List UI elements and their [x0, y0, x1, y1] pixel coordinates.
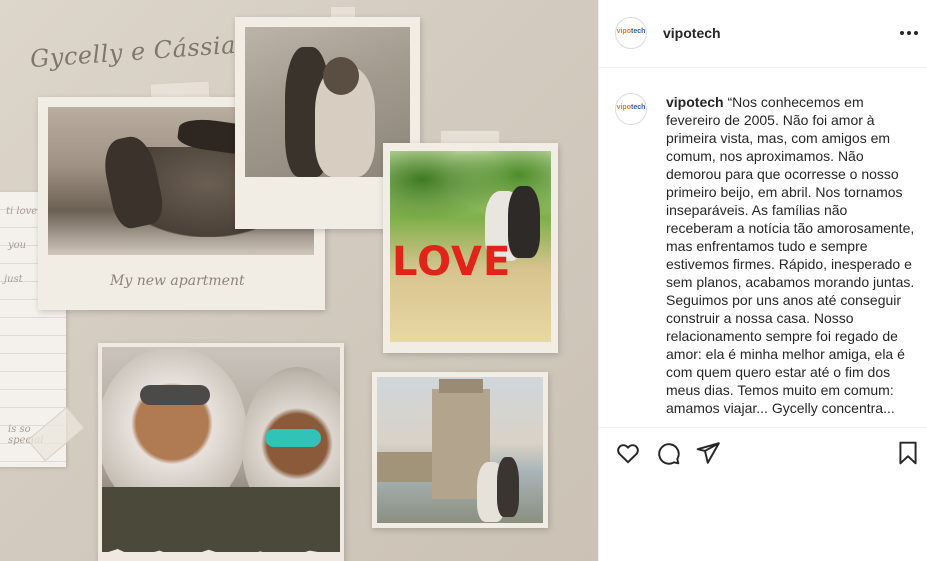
- jacket: [102, 487, 340, 552]
- caption-text-block: vipotech “Nos conhecemos em fevereiro de…: [666, 93, 916, 417]
- avatar-logo: vipotech: [616, 104, 646, 111]
- header-username[interactable]: vipotech: [663, 25, 721, 41]
- love-letters: LOVE: [392, 239, 512, 285]
- caption-avatar[interactable]: vipotech: [615, 93, 647, 125]
- photo-love-sign: LOVE: [390, 151, 551, 342]
- person-figure: [497, 457, 519, 517]
- share-icon[interactable]: [695, 440, 721, 466]
- more-options-icon[interactable]: [900, 24, 918, 42]
- person-face: [323, 57, 359, 95]
- person-figure: [508, 186, 540, 258]
- avatar[interactable]: vipotech: [615, 17, 647, 49]
- caption-username[interactable]: vipotech: [666, 94, 724, 110]
- notebook-line: just: [4, 274, 23, 285]
- polaroid-love: LOVE: [383, 143, 558, 353]
- polaroid-caption: My new apartment: [110, 273, 245, 289]
- notebook-line: you: [8, 240, 27, 251]
- sunglasses: [140, 385, 210, 405]
- comment-icon[interactable]: [655, 440, 681, 466]
- bookmark-icon[interactable]: [895, 440, 921, 466]
- caption-body: “Nos conhecemos em fevereiro de 2005. Nã…: [666, 94, 915, 416]
- post-header: vipotech vipotech: [599, 0, 927, 68]
- notebook-line: ti love: [6, 206, 38, 217]
- tower-top: [439, 379, 483, 393]
- post-sidebar: vipotech vipotech vipotech vipotech “Nos…: [598, 0, 927, 561]
- polaroid-tower: [372, 372, 548, 528]
- polaroid-winter: [98, 343, 344, 561]
- photo-winter-selfie: [102, 347, 340, 552]
- sunglasses: [265, 429, 321, 447]
- photo-belem-tower: [377, 377, 543, 523]
- avatar-logo: vipotech: [616, 28, 646, 35]
- post-image[interactable]: Gycelly e Cássia ti love you just is so …: [0, 0, 598, 561]
- action-bar: [599, 427, 927, 477]
- image-title-script: Gycelly e Cássia: [29, 30, 237, 74]
- heart-icon[interactable]: [615, 440, 641, 466]
- caption-scroll-area[interactable]: vipotech vipotech “Nos conhecemos em fev…: [599, 69, 927, 426]
